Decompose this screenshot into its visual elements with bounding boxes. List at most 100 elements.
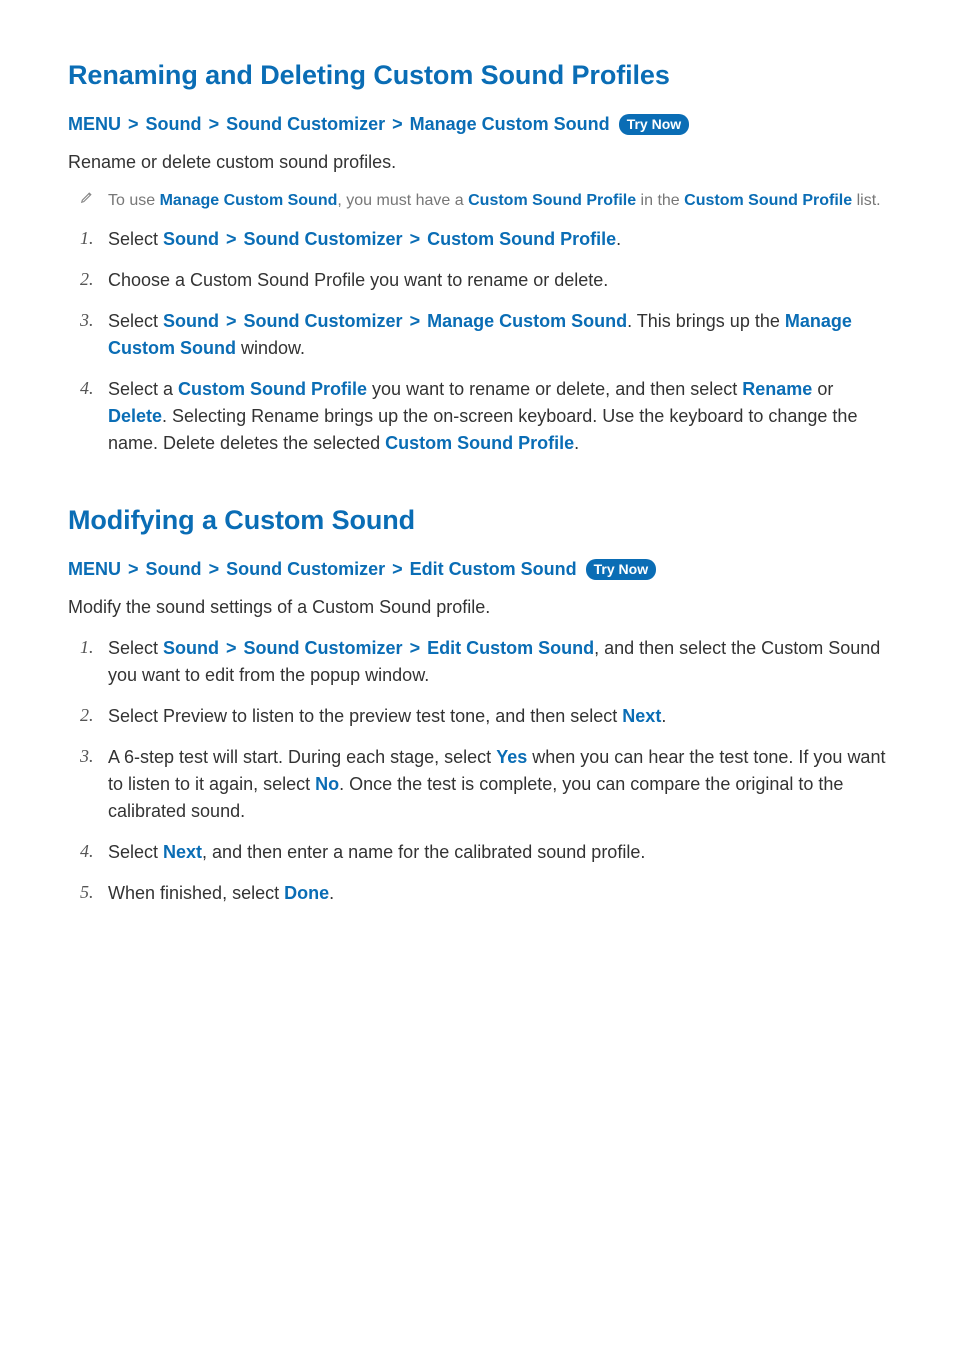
note-segment: , you must have a — [337, 192, 468, 209]
step-segment: window. — [236, 338, 305, 358]
chevron-icon: > — [219, 229, 244, 249]
chevron-icon: > — [390, 559, 405, 579]
note-segment: list. — [852, 192, 880, 209]
step-item: 3. Select Sound > Sound Customizer > Man… — [80, 308, 886, 362]
breadcrumb-menu: MENU — [68, 114, 121, 134]
term-sound: Sound — [163, 311, 219, 331]
step-segment: Select — [108, 229, 163, 249]
breadcrumb-edit-custom-sound: MENU > Sound > Sound Customizer > Edit C… — [68, 558, 886, 581]
term-sound-customizer: Sound Customizer — [244, 311, 403, 331]
step-segment: . — [329, 883, 334, 903]
term-custom-sound-profile: Custom Sound Profile — [427, 229, 616, 249]
chevron-icon: > — [390, 114, 405, 134]
term-manage-custom-sound: Manage Custom Sound — [160, 192, 338, 209]
term-custom-sound-profile: Custom Sound Profile — [385, 433, 574, 453]
step-segment: , and then enter a name for the calibrat… — [202, 842, 645, 862]
term-sound: Sound — [163, 638, 219, 658]
term-sound: Sound — [163, 229, 219, 249]
note-segment: in the — [636, 192, 684, 209]
try-now-button[interactable]: Try Now — [586, 559, 656, 580]
step-number: 2. — [80, 267, 108, 292]
step-body: Choose a Custom Sound Profile you want t… — [108, 267, 608, 294]
breadcrumb-manage-custom-sound-leaf: Manage Custom Sound — [410, 114, 610, 134]
breadcrumb-sound: Sound — [146, 559, 202, 579]
step-segment: . — [574, 433, 579, 453]
term-sound-customizer: Sound Customizer — [244, 638, 403, 658]
step-segment: Select — [108, 842, 163, 862]
step-segment: Select — [108, 311, 163, 331]
step-number: 1. — [80, 226, 108, 251]
term-custom-sound-profile: Custom Sound Profile — [468, 192, 636, 209]
term-manage-custom-sound: Manage Custom Sound — [427, 311, 627, 331]
manual-page: Renaming and Deleting Custom Sound Profi… — [0, 0, 954, 1027]
step-body: Select a Custom Sound Profile you want t… — [108, 376, 886, 457]
step-segment: Select — [108, 638, 163, 658]
term-sound-customizer: Sound Customizer — [244, 229, 403, 249]
term-edit-custom-sound: Edit Custom Sound — [427, 638, 594, 658]
term-custom-sound-profile: Custom Sound Profile — [178, 379, 367, 399]
step-number: 2. — [80, 703, 108, 728]
intro-text: Modify the sound settings of a Custom So… — [68, 595, 886, 620]
step-item: 3. A 6-step test will start. During each… — [80, 744, 886, 825]
step-item: 5. When finished, select Done. — [80, 880, 886, 907]
step-body: A 6-step test will start. During each st… — [108, 744, 886, 825]
step-item: 1. Select Sound > Sound Customizer > Cus… — [80, 226, 886, 253]
breadcrumb-sound-customizer: Sound Customizer — [226, 114, 385, 134]
step-number: 3. — [80, 744, 108, 769]
step-segment: or — [812, 379, 833, 399]
step-body: Select Next, and then enter a name for t… — [108, 839, 645, 866]
breadcrumb-manage-custom-sound: MENU > Sound > Sound Customizer > Manage… — [68, 113, 886, 136]
chevron-icon: > — [207, 114, 222, 134]
term-yes: Yes — [496, 747, 527, 767]
chevron-icon: > — [403, 638, 428, 658]
breadcrumb-sound: Sound — [146, 114, 202, 134]
chevron-icon: > — [403, 311, 428, 331]
step-segment: . — [661, 706, 666, 726]
step-item: 1. Select Sound > Sound Customizer > Edi… — [80, 635, 886, 689]
step-number: 4. — [80, 839, 108, 864]
step-number: 5. — [80, 880, 108, 905]
step-segment: Select a — [108, 379, 178, 399]
step-item: 2. Choose a Custom Sound Profile you wan… — [80, 267, 886, 294]
step-body: Select Sound > Sound Customizer > Manage… — [108, 308, 886, 362]
chevron-icon: > — [403, 229, 428, 249]
steps-list-section2: 1. Select Sound > Sound Customizer > Edi… — [68, 635, 886, 907]
chevron-icon: > — [207, 559, 222, 579]
step-segment: . This brings up the — [627, 311, 785, 331]
step-number: 1. — [80, 635, 108, 660]
steps-list-section1: 1. Select Sound > Sound Customizer > Cus… — [68, 226, 886, 457]
step-body: Select Preview to listen to the preview … — [108, 703, 666, 730]
step-segment: When finished, select — [108, 883, 284, 903]
try-now-button[interactable]: Try Now — [619, 114, 689, 135]
note-text: To use Manage Custom Sound, you must hav… — [108, 190, 881, 212]
step-body: When finished, select Done. — [108, 880, 334, 907]
step-body: Select Sound > Sound Customizer > Custom… — [108, 226, 621, 253]
step-segment: Select Preview to listen to the preview … — [108, 706, 622, 726]
term-next: Next — [622, 706, 661, 726]
chevron-icon: > — [126, 559, 141, 579]
step-number: 3. — [80, 308, 108, 333]
breadcrumb-menu: MENU — [68, 559, 121, 579]
step-body: Select Sound > Sound Customizer > Edit C… — [108, 635, 886, 689]
note-segment: To use — [108, 192, 160, 209]
note-row: To use Manage Custom Sound, you must hav… — [68, 190, 886, 212]
breadcrumb-sound-customizer: Sound Customizer — [226, 559, 385, 579]
section-modifying: Modifying a Custom Sound MENU > Sound > … — [68, 505, 886, 907]
step-segment: . — [616, 229, 621, 249]
step-item: 4. Select a Custom Sound Profile you wan… — [80, 376, 886, 457]
term-next: Next — [163, 842, 202, 862]
term-delete: Delete — [108, 406, 162, 426]
section-title-modifying: Modifying a Custom Sound — [68, 505, 886, 536]
step-segment: A 6-step test will start. During each st… — [108, 747, 496, 767]
term-custom-sound-profile: Custom Sound Profile — [684, 192, 852, 209]
chevron-icon: > — [219, 638, 244, 658]
term-no: No — [315, 774, 339, 794]
breadcrumb-edit-custom-sound-leaf: Edit Custom Sound — [410, 559, 577, 579]
step-item: 4. Select Next, and then enter a name fo… — [80, 839, 886, 866]
chevron-icon: > — [219, 311, 244, 331]
term-rename: Rename — [742, 379, 812, 399]
step-number: 4. — [80, 376, 108, 401]
term-done: Done — [284, 883, 329, 903]
pencil-icon — [80, 190, 108, 209]
step-item: 2. Select Preview to listen to the previ… — [80, 703, 886, 730]
